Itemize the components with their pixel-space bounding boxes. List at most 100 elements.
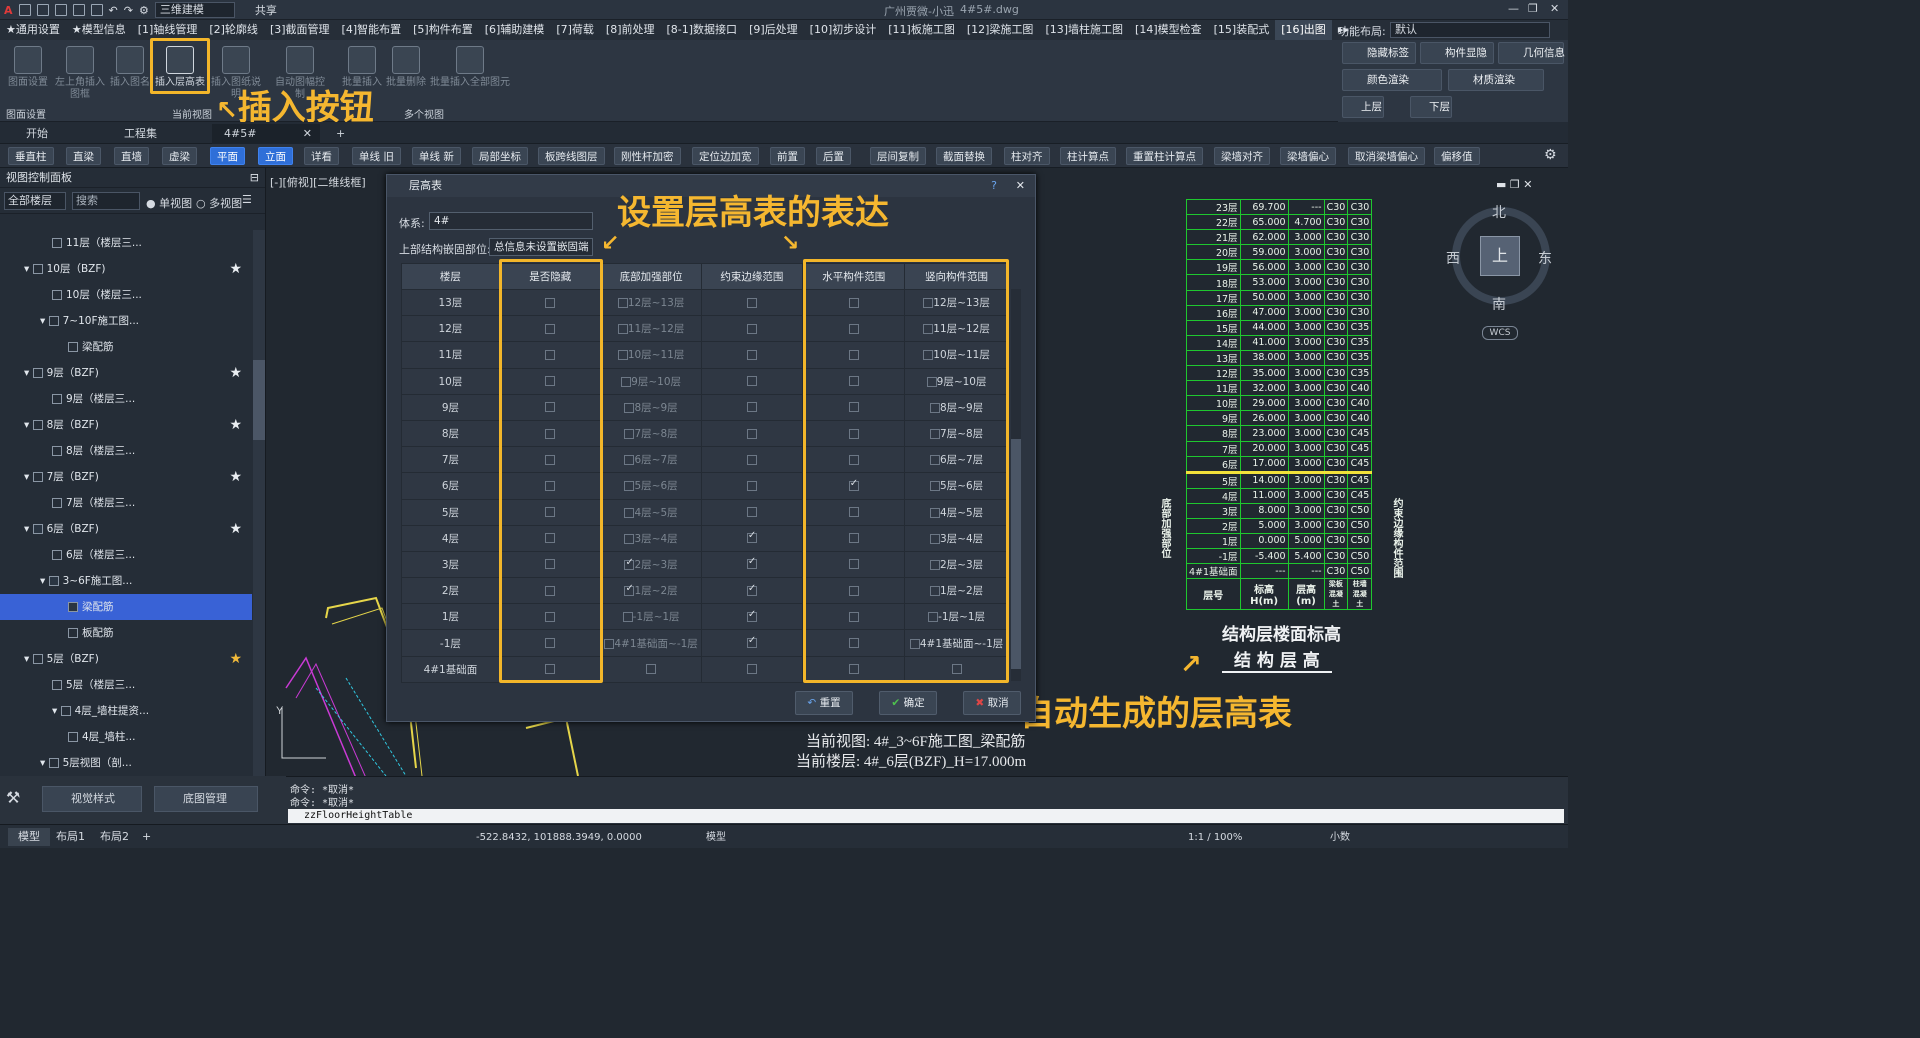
print-icon[interactable] xyxy=(90,4,103,16)
layout-tab-1[interactable]: 布局1 xyxy=(56,828,85,846)
tool-section-replace[interactable]: 截面替换 xyxy=(936,147,992,165)
close-icon[interactable]: ✕ xyxy=(1550,2,1559,15)
checkbox[interactable] xyxy=(746,635,757,649)
single-view-radio[interactable]: ● 单视图 xyxy=(146,195,192,211)
checkbox[interactable] xyxy=(624,557,635,570)
checkbox[interactable] xyxy=(624,507,635,518)
tree-item[interactable]: 4层_墙柱... xyxy=(0,724,252,750)
checkbox[interactable] xyxy=(621,376,632,387)
menu-item[interactable]: [7]荷载 xyxy=(550,20,600,40)
tool-reset-calc-point[interactable]: 重置柱计算点 xyxy=(1126,147,1203,165)
new-file-icon[interactable] xyxy=(18,4,31,16)
checkbox[interactable] xyxy=(624,583,635,597)
tools-icon[interactable]: ⚒ xyxy=(6,788,20,807)
tool-vertical-column[interactable]: 垂直柱 xyxy=(8,147,54,165)
save-icon[interactable] xyxy=(54,4,67,16)
close-tab-icon[interactable]: ✕ xyxy=(303,124,312,144)
drawing-setup-button[interactable]: 图面设置 xyxy=(0,44,56,89)
checkbox[interactable] xyxy=(624,455,635,466)
workspace-select[interactable]: 三维建模 xyxy=(154,2,235,18)
tool-rigid-bar[interactable]: 刚性杆加密 xyxy=(614,147,681,165)
wcs-button[interactable]: WCS xyxy=(1482,326,1518,340)
tool-detail[interactable]: 详看 xyxy=(304,147,339,165)
star-icon[interactable]: ★ xyxy=(229,256,242,282)
tree-item[interactable]: ▾ 4层_墙柱提资... xyxy=(0,698,252,724)
tool-offset-value[interactable]: 偏移值 xyxy=(1434,147,1480,165)
tab-current-file[interactable]: 4#5# ✕ xyxy=(212,124,320,144)
layout-tab-2[interactable]: 布局2 xyxy=(100,828,129,846)
tool-column-align[interactable]: 柱对齐 xyxy=(1004,147,1050,165)
checkbox[interactable] xyxy=(624,533,635,544)
cancel-button[interactable]: ✖ 取消 xyxy=(963,691,1021,715)
table-scrollbar[interactable] xyxy=(1011,289,1021,681)
tree-item[interactable]: 10层（楼层三... xyxy=(0,282,252,308)
tool-virtual-beam[interactable]: 虚梁 xyxy=(162,147,197,165)
hide-labels-button[interactable]: 隐藏标签 xyxy=(1342,42,1416,64)
checkbox[interactable] xyxy=(746,609,757,622)
compass-east[interactable]: 东 xyxy=(1538,248,1552,268)
undo-icon[interactable]: ↶ xyxy=(109,4,118,17)
checkbox[interactable] xyxy=(746,556,757,570)
tool-local-coord[interactable]: 局部坐标 xyxy=(472,147,528,165)
checkbox[interactable] xyxy=(746,349,757,360)
tree-item[interactable]: 梁配筋 xyxy=(0,334,252,360)
tree-item[interactable]: ▾ 6层（BZF) ★ xyxy=(0,516,252,542)
menu-item[interactable]: [15]装配式 xyxy=(1208,20,1276,40)
base-map-button[interactable]: 底图管理 xyxy=(154,786,258,812)
share-button[interactable]: 共享 xyxy=(255,2,277,18)
menu-item[interactable]: [9]后处理 xyxy=(743,20,804,40)
tool-single-line-new[interactable]: 单线 新 xyxy=(412,147,461,165)
material-render-button[interactable]: 材质渲染 xyxy=(1448,69,1544,91)
star-icon[interactable]: ★ xyxy=(229,360,242,386)
tree-scrollbar[interactable] xyxy=(253,230,265,776)
batch-insert-all-button[interactable]: 批量插入全部图元 xyxy=(428,44,512,89)
checkbox[interactable] xyxy=(624,481,635,492)
tree-item[interactable]: ▾ 9层（BZF) ★ xyxy=(0,360,252,386)
view-style-button[interactable]: 视觉样式 xyxy=(42,786,142,812)
checkbox[interactable] xyxy=(746,480,757,491)
tool-plan[interactable]: 平面 xyxy=(210,147,245,165)
menu-item[interactable]: [6]辅助建模 xyxy=(479,20,551,40)
tool-front[interactable]: 前置 xyxy=(770,147,805,165)
batch-delete-button[interactable]: 批量删除 xyxy=(378,44,434,89)
menu-item[interactable]: [10]初步设计 xyxy=(804,20,883,40)
checkbox[interactable] xyxy=(646,664,657,675)
toolbar-settings-icon[interactable]: ⚙ xyxy=(1544,147,1557,163)
checkbox[interactable] xyxy=(617,350,628,361)
lower-floor-button[interactable]: 下层 xyxy=(1410,96,1452,118)
checkbox[interactable] xyxy=(746,583,757,596)
tree-item[interactable]: ▾ 5层（BZF) ★ xyxy=(0,646,252,672)
checkbox[interactable] xyxy=(746,376,757,387)
tree-item[interactable]: ▾ 7~10F施工图... xyxy=(0,308,252,334)
floor-filter-select[interactable]: 全部楼层 xyxy=(4,192,66,210)
checkbox[interactable] xyxy=(746,297,757,308)
menu-item[interactable]: ★通用设置 xyxy=(0,20,66,40)
multi-view-radio[interactable]: ○ 多视图 xyxy=(196,195,242,211)
checkbox[interactable] xyxy=(746,530,757,544)
ok-button[interactable]: ✔ 确定 xyxy=(879,691,937,715)
star-icon[interactable]: ★ xyxy=(229,646,242,672)
system-field[interactable]: 4# xyxy=(429,212,593,230)
tree-item[interactable]: ▾ 5层视图（剖... xyxy=(0,750,252,776)
annotation-scale[interactable]: 1:1 / 100% xyxy=(1188,829,1242,847)
tree-item[interactable]: 6层（楼层三... xyxy=(0,542,252,568)
function-layout-select[interactable]: 默认 xyxy=(1390,22,1550,38)
tree-item[interactable]: 7层（楼层三... xyxy=(0,490,252,516)
maximize-icon[interactable]: ❐ xyxy=(1528,2,1538,15)
star-icon[interactable]: ★ xyxy=(229,412,242,438)
add-layout-icon[interactable]: + xyxy=(142,828,151,846)
tree-item[interactable]: 板配筋 xyxy=(0,620,252,646)
component-visibility-button[interactable]: 构件显隐 xyxy=(1420,42,1494,64)
open-file-icon[interactable] xyxy=(36,4,49,16)
insert-frame-button[interactable]: 左上角插入图框 xyxy=(52,44,108,101)
checkbox[interactable] xyxy=(746,323,757,334)
menu-item[interactable]: [13]墙柱施工图 xyxy=(1039,20,1129,40)
tree-item[interactable]: ▾ 10层（BZF) ★ xyxy=(0,256,252,282)
view-cube-top[interactable]: 上 xyxy=(1480,236,1520,276)
redo-icon[interactable]: ↷ xyxy=(124,4,133,17)
add-tab-icon[interactable]: + xyxy=(324,124,357,144)
tree-item[interactable]: 5层（楼层三... xyxy=(0,672,252,698)
tool-elevation[interactable]: 立面 xyxy=(258,147,293,165)
checkbox[interactable] xyxy=(624,402,635,413)
save-as-icon[interactable] xyxy=(72,4,85,16)
